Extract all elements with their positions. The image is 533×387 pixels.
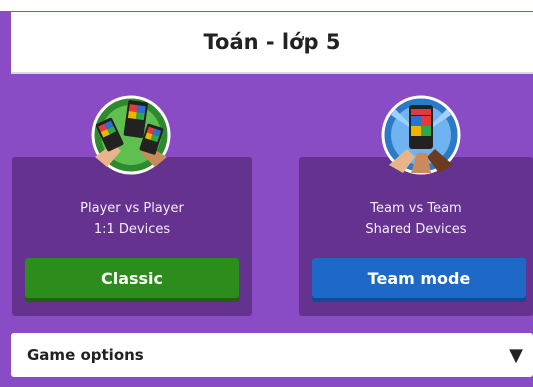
title-bar: Toán - lớp 5 (11, 12, 533, 74)
mode-description-line2: 1:1 Devices (93, 222, 171, 237)
mode-description-line2: Shared Devices (365, 222, 467, 237)
team-mode-button[interactable]: Team mode (312, 258, 526, 298)
game-options-label: Game options (27, 346, 144, 364)
game-options-toggle[interactable]: Game options ▼ (11, 333, 533, 377)
player-vs-player-icon (91, 95, 171, 175)
classic-button[interactable]: Classic (25, 258, 239, 298)
mode-description-line1: Player vs Player (80, 201, 184, 216)
dropdown-triangle-icon: ▼ (509, 344, 523, 366)
mode-description-line1: Team vs Team (370, 201, 462, 216)
team-vs-team-icon (381, 95, 461, 175)
mode-card-classic: Player vs Player 1:1 Devices Classic (12, 157, 252, 316)
top-strip (0, 0, 533, 11)
mode-card-team: Team vs Team Shared Devices Team mode (299, 157, 533, 316)
page-title: Toán - lớp 5 (203, 30, 341, 54)
